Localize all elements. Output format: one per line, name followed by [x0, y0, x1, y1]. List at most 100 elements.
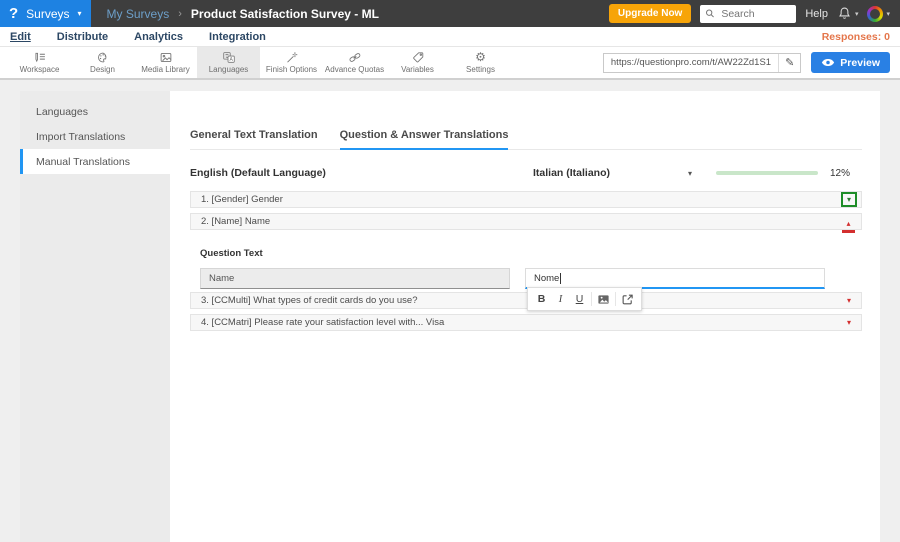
- sidebar-item-languages-label: Languages: [36, 105, 88, 118]
- survey-title: Product Satisfaction Survey - ML: [190, 6, 379, 21]
- insert-link-button[interactable]: [618, 293, 637, 306]
- gear-icon: ⚙: [475, 50, 486, 64]
- translations-panel: Languages Import Translations Manual Tra…: [20, 91, 880, 542]
- sidebar-item-languages[interactable]: Languages: [20, 99, 170, 124]
- search-input[interactable]: [719, 6, 792, 21]
- question-list: 1. [Gender] Gender ▾ 2. [Name] Name ▴ Qu…: [190, 191, 862, 331]
- source-language-label: English (Default Language): [190, 167, 326, 179]
- translation-progress-percent: 12%: [830, 167, 851, 179]
- page-body: Languages Import Translations Manual Tra…: [0, 80, 900, 542]
- workspace-icon: [34, 52, 45, 63]
- toolbar-divider: [591, 292, 592, 306]
- chevron-down-icon: ▾: [854, 10, 859, 18]
- upgrade-now-button[interactable]: Upgrade Now: [608, 4, 692, 23]
- subnav-analytics[interactable]: Analytics: [134, 31, 183, 43]
- toolbar-advance-quotas[interactable]: Advance Quotas: [323, 47, 386, 78]
- toolbar-finish-options-label: Finish Options: [265, 65, 318, 74]
- sidebar-item-import-translations-label: Import Translations: [36, 130, 126, 143]
- toolbar-variables-label: Variables: [401, 65, 434, 74]
- question-row-3[interactable]: 3. [CCMulti] What types of credit cards …: [190, 292, 862, 309]
- subnav-distribute[interactable]: Distribute: [57, 31, 108, 43]
- source-text-value: Name: [209, 273, 235, 284]
- question-text-label: Question Text: [200, 248, 263, 259]
- notifications-menu[interactable]: ▾: [837, 6, 859, 21]
- toolbar-design[interactable]: Design: [71, 47, 134, 78]
- question-row-4-label: 4. [CCMatri] Please rate your satisfacti…: [201, 317, 445, 328]
- language-selector-row: English (Default Language) Italian (Ital…: [190, 167, 862, 179]
- question-row-1-label: 1. [Gender] Gender: [201, 194, 283, 205]
- insert-image-button[interactable]: [594, 293, 613, 306]
- questionpro-logo-icon: ?: [9, 5, 19, 22]
- search-icon: [706, 9, 715, 18]
- survey-subnav: Edit Distribute Analytics Integration Re…: [0, 27, 900, 47]
- image-icon: [160, 52, 171, 63]
- global-search-box[interactable]: [700, 4, 797, 23]
- toolbar-finish-options[interactable]: Finish Options: [260, 47, 323, 78]
- external-link-icon: [622, 294, 633, 304]
- breadcrumb-my-surveys[interactable]: My Surveys: [107, 7, 170, 21]
- topbar-right-controls: Upgrade Now Help ▾ ▾: [608, 4, 900, 23]
- toolbar-design-label: Design: [90, 65, 115, 74]
- question-row-4[interactable]: 4. [CCMatri] Please rate your satisfacti…: [190, 314, 862, 331]
- bold-button[interactable]: B: [532, 293, 551, 305]
- expand-chevron-down-icon[interactable]: ▾: [847, 296, 851, 305]
- toolbar-languages[interactable]: A Languages: [197, 47, 260, 78]
- toolbar-settings[interactable]: ⚙ Settings: [449, 47, 512, 78]
- palette-icon: [97, 52, 106, 63]
- subnav-edit[interactable]: Edit: [10, 31, 31, 43]
- product-menu[interactable]: ? Surveys ▾: [0, 0, 91, 27]
- survey-toolbar: Workspace Design Media Library A Languag…: [0, 47, 900, 80]
- account-menu[interactable]: ▾: [867, 5, 890, 22]
- product-menu-label: Surveys: [26, 6, 70, 21]
- avatar: [867, 5, 884, 22]
- chain-link-icon: [349, 53, 360, 62]
- source-text-field: Name: [200, 268, 510, 289]
- translation-input[interactable]: Nome: [525, 268, 825, 289]
- target-language-dropdown[interactable]: Italian (Italiano) ▾: [533, 167, 692, 179]
- underline-button[interactable]: U: [570, 293, 589, 305]
- collapse-chevron-up-icon: ▴: [846, 219, 851, 228]
- expand-highlight-box: ▾: [840, 192, 857, 207]
- question-row-2-label: 2. [Name] Name: [201, 216, 271, 227]
- preview-button[interactable]: Preview: [811, 52, 890, 73]
- tab-question-answer-translations[interactable]: Question & Answer Translations: [339, 129, 509, 150]
- question-row-3-label: 3. [CCMulti] What types of credit cards …: [201, 295, 418, 306]
- expand-chevron-down-icon[interactable]: ▾: [847, 318, 851, 327]
- toolbar-settings-label: Settings: [466, 65, 495, 74]
- breadcrumb-separator-icon: ›: [178, 7, 182, 20]
- eye-icon: [822, 59, 835, 66]
- rich-text-toolbar: B I U: [527, 287, 642, 311]
- question-2-editor: Question Text Name Nome B I U: [190, 230, 862, 311]
- chevron-down-icon: ▾: [687, 168, 692, 178]
- question-row-1[interactable]: 1. [Gender] Gender ▾: [190, 191, 862, 208]
- sidebar-item-manual-translations[interactable]: Manual Translations: [20, 149, 170, 174]
- text-cursor: [560, 272, 562, 284]
- tab-general-text-translation[interactable]: General Text Translation: [190, 129, 318, 150]
- translation-input-value: Nome: [534, 272, 560, 284]
- image-icon: [598, 294, 609, 304]
- toolbar-media-library[interactable]: Media Library: [134, 47, 197, 78]
- italic-button[interactable]: I: [551, 294, 570, 305]
- tag-icon: [412, 52, 423, 63]
- toolbar-workspace[interactable]: Workspace: [8, 47, 71, 78]
- bell-icon: [839, 7, 850, 19]
- translation-progress-bar: [716, 171, 818, 175]
- top-header-bar: ? Surveys ▾ My Surveys › Product Satisfa…: [0, 0, 900, 27]
- toolbar-variables[interactable]: Variables: [386, 47, 449, 78]
- toolbar-advance-quotas-label: Advance Quotas: [324, 65, 385, 74]
- breadcrumb: My Surveys › Product Satisfaction Survey…: [107, 7, 379, 21]
- translation-inputs-row: Name Nome: [200, 268, 862, 289]
- target-language-label: Italian (Italiano): [533, 167, 611, 179]
- subnav-integration[interactable]: Integration: [209, 31, 266, 43]
- sidebar-item-import-translations[interactable]: Import Translations: [20, 124, 170, 149]
- help-link[interactable]: Help: [805, 8, 828, 20]
- survey-url-box: https://questionpro.com/t/AW22Zd1S1 ✎: [602, 52, 802, 73]
- edit-url-button[interactable]: ✎: [778, 53, 800, 72]
- responses-count[interactable]: Responses: 0: [822, 31, 890, 43]
- question-row-2[interactable]: 2. [Name] Name ▴: [190, 213, 862, 233]
- expand-chevron-down-icon[interactable]: ▾: [847, 195, 851, 204]
- survey-url[interactable]: https://questionpro.com/t/AW22Zd1S1: [604, 57, 778, 68]
- sidebar-item-manual-translations-label: Manual Translations: [36, 155, 130, 168]
- translations-sidebar: Languages Import Translations Manual Tra…: [20, 91, 170, 542]
- translate-icon: A: [222, 52, 235, 63]
